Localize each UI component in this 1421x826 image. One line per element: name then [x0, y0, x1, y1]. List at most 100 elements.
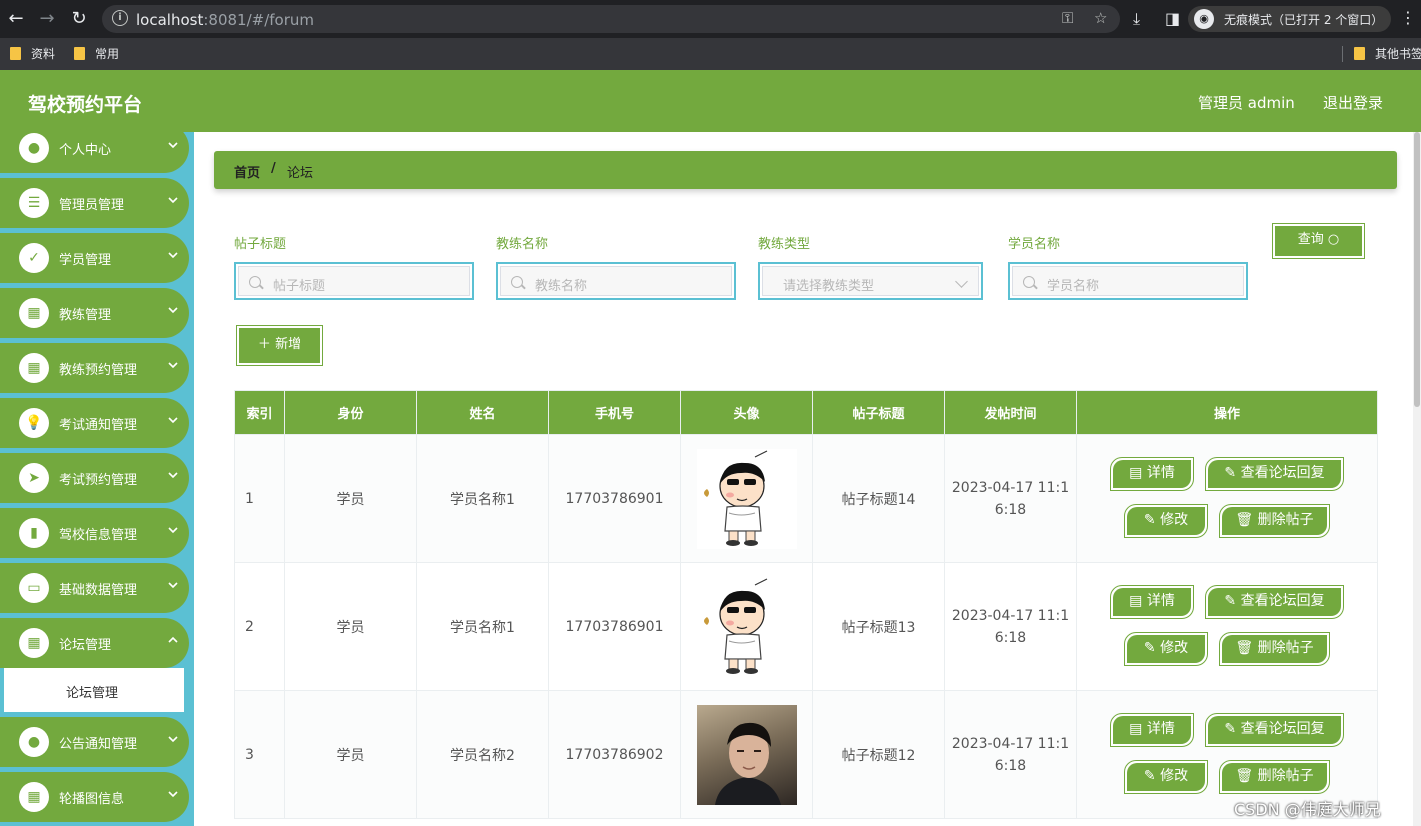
replies-label: 查看论坛回复 [1240, 721, 1325, 737]
title-filter-label: 帖子标题 [234, 237, 287, 252]
sidebar-item-carousel[interactable]: ▦ 轮播图信息 [0, 772, 189, 822]
sidebar-item-school-info[interactable]: ▮ 驾校信息管理 [0, 508, 189, 558]
table-row: 1 学员 学员名称1 17703786901 帖子标题14 2023-04-17… [234, 434, 1378, 563]
column-header: 操作 [1076, 390, 1378, 435]
sidepanel-icon[interactable]: ◨ [1165, 9, 1180, 28]
star-icon[interactable]: ☆ [1094, 9, 1107, 27]
add-button[interactable]: ＋ 新增 [236, 325, 323, 366]
cell-time: 2023-04-17 11:1 6:18 [944, 562, 1077, 691]
cell-role: 学员 [284, 434, 417, 563]
page-scrollbar[interactable] [1413, 132, 1421, 826]
sidebar-item-coach-booking[interactable]: ▦ 教练预约管理 [0, 343, 189, 393]
chevron-down-icon [168, 252, 178, 259]
column-header: 帖子标题 [812, 390, 945, 435]
placeholder: 学员名称 [1047, 279, 1100, 294]
sidebar-item-exam-notice[interactable]: 💡 考试通知管理 [0, 398, 189, 448]
chevron-down-icon [955, 275, 968, 288]
search-icon [511, 276, 523, 288]
grid-icon: ▦ [19, 782, 49, 812]
edit-button[interactable]: ✎ 修改 [1124, 632, 1208, 666]
incognito-badge[interactable]: ◉ 无痕模式（已打开 2 个窗口） [1188, 6, 1391, 32]
breadcrumb-current: 论坛 [287, 166, 314, 181]
chevron-down-icon [168, 417, 178, 424]
back-icon[interactable]: ← [6, 9, 26, 29]
sidebar-item-exam-booking[interactable]: ➤ 考试预约管理 [0, 453, 189, 503]
add-label: 新增 [275, 337, 302, 352]
sidebar-item-coaches[interactable]: ▦ 教练管理 [0, 288, 189, 338]
detail-button[interactable]: ▤ 详情 [1110, 585, 1194, 619]
column-header: 姓名 [416, 390, 549, 435]
sidebar-item-announcements[interactable]: ● 公告通知管理 [0, 717, 189, 767]
chevron-down-icon [168, 791, 178, 798]
bookmarks-bar: 资料 常用 其他书签 [0, 38, 1421, 70]
cell-avatar [680, 434, 813, 563]
title-search-input[interactable]: 帖子标题 [234, 262, 474, 300]
time-line: 6:18 [994, 757, 1027, 774]
delete-button[interactable]: 🗑 删除帖子 [1219, 760, 1330, 794]
site-info-icon[interactable]: i [112, 10, 128, 26]
sidebar-item-students[interactable]: ✓ 学员管理 [0, 233, 189, 283]
placeholder: 请选择教练类型 [783, 279, 875, 294]
edit-button[interactable]: ✎ 修改 [1124, 504, 1208, 538]
app-title: 驾校预约平台 [28, 94, 143, 116]
view-replies-button[interactable]: ✎ 查看论坛回复 [1205, 713, 1344, 747]
edit-button[interactable]: ✎ 修改 [1124, 760, 1208, 794]
chevron-down-icon [168, 472, 178, 479]
bookmark-folder-2[interactable]: 常用 [74, 45, 119, 62]
view-replies-button[interactable]: ✎ 查看论坛回复 [1205, 457, 1344, 491]
pencil-icon: ✎ [1224, 721, 1237, 737]
chevron-down-icon [168, 362, 178, 369]
view-replies-button[interactable]: ✎ 查看论坛回复 [1205, 585, 1344, 619]
table-row: 3 学员 学员名称2 17703786902 帖子标题12 2023-04-17… [234, 690, 1378, 819]
menu-icon[interactable]: ⋮ [1400, 8, 1416, 27]
coach-search-input[interactable]: 教练名称 [496, 262, 736, 300]
student-filter-label: 学员名称 [1008, 237, 1061, 252]
document-icon: ▤ [1129, 465, 1143, 481]
address-bar[interactable]: i localhost:8081/#/forum ⚿ ☆ [102, 5, 1120, 33]
delete-button[interactable]: 🗑 删除帖子 [1219, 504, 1330, 538]
student-search-input[interactable]: 学员名称 [1008, 262, 1248, 300]
cell-role: 学员 [284, 562, 417, 691]
sidebar-item-label: 驾校信息管理 [59, 528, 138, 543]
bookmark-folder-1[interactable]: 资料 [10, 45, 55, 62]
cell-actions: ▤ 详情 ✎ 查看论坛回复 ✎ 修改 🗑 删除帖子 [1076, 562, 1378, 691]
app-header: 驾校预约平台 管理员 admin 退出登录 [0, 70, 1421, 132]
reload-icon[interactable]: ↻ [69, 9, 89, 29]
download-icon[interactable]: ⤓ [1133, 9, 1140, 29]
time-line: 6:18 [994, 501, 1027, 518]
cell-title: 帖子标题13 [812, 562, 945, 691]
pencil-icon: ✎ [1143, 768, 1156, 784]
other-bookmarks[interactable]: 其他书签 [1354, 45, 1421, 62]
send-icon: ➤ [19, 463, 49, 493]
sidebar-item-forum[interactable]: ▦ 论坛管理 [0, 618, 189, 668]
sidebar-item-label: 考试通知管理 [59, 418, 138, 433]
breadcrumb-home[interactable]: 首页 [234, 162, 260, 181]
query-label: 查询 [1297, 232, 1324, 247]
chevron-down-icon [168, 142, 178, 149]
query-button[interactable]: 查询 ○ [1272, 223, 1365, 259]
sidebar-item-label: 基础数据管理 [59, 583, 138, 598]
detail-button[interactable]: ▤ 详情 [1110, 457, 1194, 491]
scrollbar-thumb[interactable] [1414, 132, 1420, 407]
detail-button[interactable]: ▤ 详情 [1110, 713, 1194, 747]
sidebar-item-label: 公告通知管理 [59, 737, 138, 752]
delete-button[interactable]: 🗑 删除帖子 [1219, 632, 1330, 666]
key-icon[interactable]: ⚿ [1062, 9, 1073, 27]
breadcrumb-separator: / [271, 161, 276, 176]
sidebar-item-base-data[interactable]: ▭ 基础数据管理 [0, 563, 189, 613]
sidebar-item-label: 考试预约管理 [59, 473, 138, 488]
cell-avatar [680, 562, 813, 691]
bar-chart-icon: ▮ [19, 518, 49, 548]
coach-type-select[interactable]: 请选择教练类型 [758, 262, 983, 300]
avatar [696, 448, 797, 549]
cell-phone: 17703786901 [548, 562, 681, 691]
edit-label: 修改 [1160, 768, 1189, 784]
folder-icon [74, 47, 85, 60]
sidebar-item-profile[interactable]: ● 个人中心 [0, 132, 189, 173]
forward-icon[interactable]: → [37, 9, 57, 29]
sidebar-item-admins[interactable]: ☰ 管理员管理 [0, 178, 189, 228]
sidebar-subitem-forum-manage[interactable]: 论坛管理 [4, 668, 184, 712]
edit-label: 修改 [1160, 640, 1189, 656]
document-icon: ▤ [1129, 593, 1143, 609]
logout-link[interactable]: 退出登录 [1323, 92, 1383, 113]
